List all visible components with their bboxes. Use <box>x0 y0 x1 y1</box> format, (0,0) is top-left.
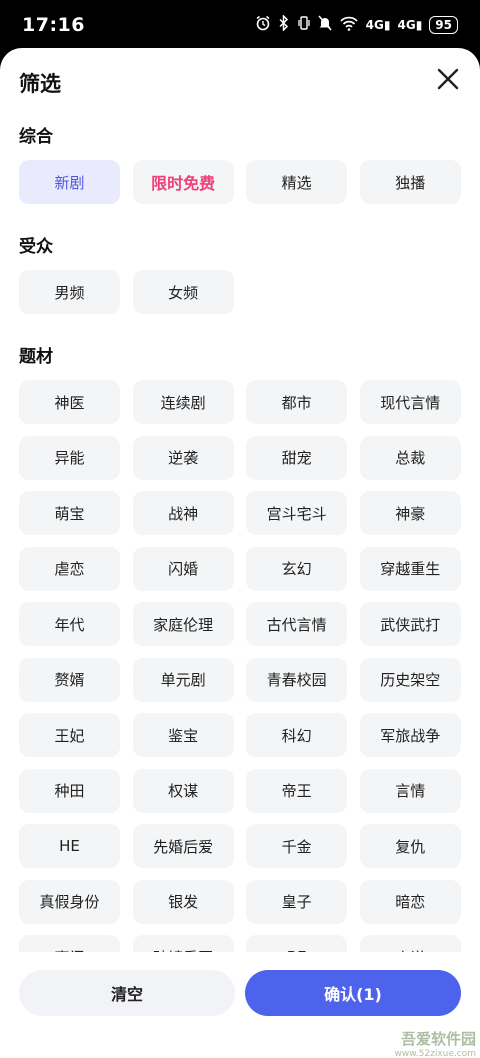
chip-genre-31[interactable]: 言情 <box>359 768 461 813</box>
filter-content: 综合 新剧 限时免费 精选 独播 受众 男频 女频 题材 神医 连续剧 都市 现代言情异能 逆袭… <box>0 114 480 952</box>
bluetooth-icon <box>278 14 290 35</box>
chip-group-general: 新剧 限时免费 精选 独播 <box>19 160 461 204</box>
chip-genre-27[interactable]: 军旅战争 <box>359 713 461 757</box>
chip-general-1[interactable]: 限时免费 <box>132 160 234 204</box>
chip-genre-7[interactable]: 总裁 <box>359 435 461 480</box>
chip-genre-26[interactable]: 科幻 <box>246 713 348 757</box>
sheet-header: 筛选 <box>0 48 480 114</box>
chip-genre-40[interactable]: 豪门 <box>19 935 120 952</box>
chip-genre-25[interactable]: 鉴宝 <box>132 713 234 757</box>
network-label-2: 4G <box>397 18 416 32</box>
chip-genre-34[interactable]: 千金 <box>246 824 348 868</box>
chip-genre-2[interactable]: 都市 <box>246 380 348 424</box>
chip-genre-22[interactable]: 青春校园 <box>246 657 348 702</box>
chip-audience-0[interactable]: 男频 <box>19 270 120 314</box>
vibrate-icon <box>297 15 311 35</box>
mute-icon <box>318 15 332 35</box>
watermark-name: 吾爱软件园 <box>400 1030 476 1048</box>
chip-genre-17[interactable]: 家庭伦理 <box>132 602 234 646</box>
confirm-button[interactable]: 确认(1) <box>245 970 461 1016</box>
signal-2: 4G▮ <box>397 18 422 32</box>
filter-sheet: 筛选 综合 新剧 限时免费 精选 独播 受众 男频 女频 题材 神医 连续剧 都市 现代言情异… <box>0 48 480 1058</box>
chip-genre-19[interactable]: 武侠武打 <box>359 602 461 646</box>
section-title-audience: 受众 <box>19 237 53 257</box>
chip-genre-24[interactable]: 王妃 <box>19 713 120 757</box>
watermark-url: www.52zixue.com <box>394 1049 476 1058</box>
battery-indicator: 95 <box>429 16 458 34</box>
chip-genre-4[interactable]: 异能 <box>19 435 120 480</box>
wifi-icon <box>339 15 359 35</box>
status-time: 17:16 <box>22 14 85 36</box>
close-icon <box>437 68 459 90</box>
chip-genre-14[interactable]: 玄幻 <box>246 546 348 591</box>
chip-general-3[interactable]: 独播 <box>359 160 461 204</box>
chip-genre-43[interactable]: 小说 <box>359 935 461 952</box>
section-title-general: 综合 <box>19 127 53 147</box>
chip-genre-33[interactable]: 先婚后爱 <box>132 824 234 868</box>
chip-genre-38[interactable]: 皇子 <box>246 879 348 924</box>
watermark: 吾爱软件园 www.52zixue.com <box>360 1028 476 1058</box>
network-label-1: 4G <box>365 18 384 32</box>
chip-genre-0[interactable]: 神医 <box>19 380 120 424</box>
signal-bars-icon: ▮ <box>415 18 423 32</box>
chip-genre-35[interactable]: 复仇 <box>359 824 461 868</box>
chip-genre-12[interactable]: 虐恋 <box>19 546 120 591</box>
chip-genre-20[interactable]: 赘婿 <box>19 657 120 702</box>
chip-genre-16[interactable]: 年代 <box>19 602 120 646</box>
status-bar: 17:16 4G▮ 4G▮ 95 <box>0 0 480 50</box>
chip-genre-9[interactable]: 战神 <box>132 491 234 535</box>
chip-genre-10[interactable]: 宫斗宅斗 <box>246 491 348 535</box>
chip-genre-29[interactable]: 权谋 <box>132 768 234 813</box>
chip-genre-32[interactable]: HE <box>19 824 120 868</box>
section-title-genre: 题材 <box>19 347 53 367</box>
signal-1: 4G▮ <box>366 18 391 32</box>
chip-genre-30[interactable]: 帝王 <box>246 768 348 813</box>
chip-genre-5[interactable]: 逆袭 <box>132 435 234 480</box>
chip-genre-28[interactable]: 种田 <box>19 768 120 813</box>
chip-genre-42[interactable]: BE <box>246 935 348 952</box>
chip-genre-18[interactable]: 古代言情 <box>246 602 348 646</box>
chip-genre-15[interactable]: 穿越重生 <box>359 546 461 591</box>
bottom-action-bar: 清空 确认(1) 吾爱软件园 www.52zixue.com <box>0 952 480 1058</box>
status-icons: 4G▮ 4G▮ 95 <box>255 14 458 35</box>
chip-genre-3[interactable]: 现代言情 <box>359 380 461 424</box>
chip-genre-39[interactable]: 暗恋 <box>359 879 461 924</box>
clear-button[interactable]: 清空 <box>19 970 235 1016</box>
chip-genre-11[interactable]: 神豪 <box>359 491 461 535</box>
chip-genre-21[interactable]: 单元剧 <box>132 657 234 702</box>
close-button[interactable] <box>434 65 462 93</box>
signal-bars-icon: ▮ <box>383 18 391 32</box>
chip-general-2[interactable]: 精选 <box>246 160 348 204</box>
chip-genre-1[interactable]: 连续剧 <box>132 380 234 424</box>
chip-genre-41[interactable]: 破镜重圆 <box>132 935 234 952</box>
alarm-icon <box>255 15 271 35</box>
chip-genre-37[interactable]: 银发 <box>132 879 234 924</box>
chip-genre-6[interactable]: 甜宠 <box>246 435 348 480</box>
chip-genre-8[interactable]: 萌宝 <box>19 491 120 535</box>
chip-genre-36[interactable]: 真假身份 <box>19 879 120 924</box>
chip-group-genre: 神医 连续剧 都市 现代言情异能 逆袭 甜宠 总裁萌宝 战神 宫斗宅斗 神豪虐恋 闪婚 玄幻 穿越重生年… <box>19 380 461 952</box>
chip-group-audience: 男频 女频 <box>19 270 461 314</box>
sheet-title: 筛选 <box>19 72 61 96</box>
chip-audience-1[interactable]: 女频 <box>132 270 234 314</box>
chip-general-0[interactable]: 新剧 <box>19 160 120 204</box>
chip-genre-13[interactable]: 闪婚 <box>132 546 234 591</box>
chip-genre-23[interactable]: 历史架空 <box>359 657 461 702</box>
